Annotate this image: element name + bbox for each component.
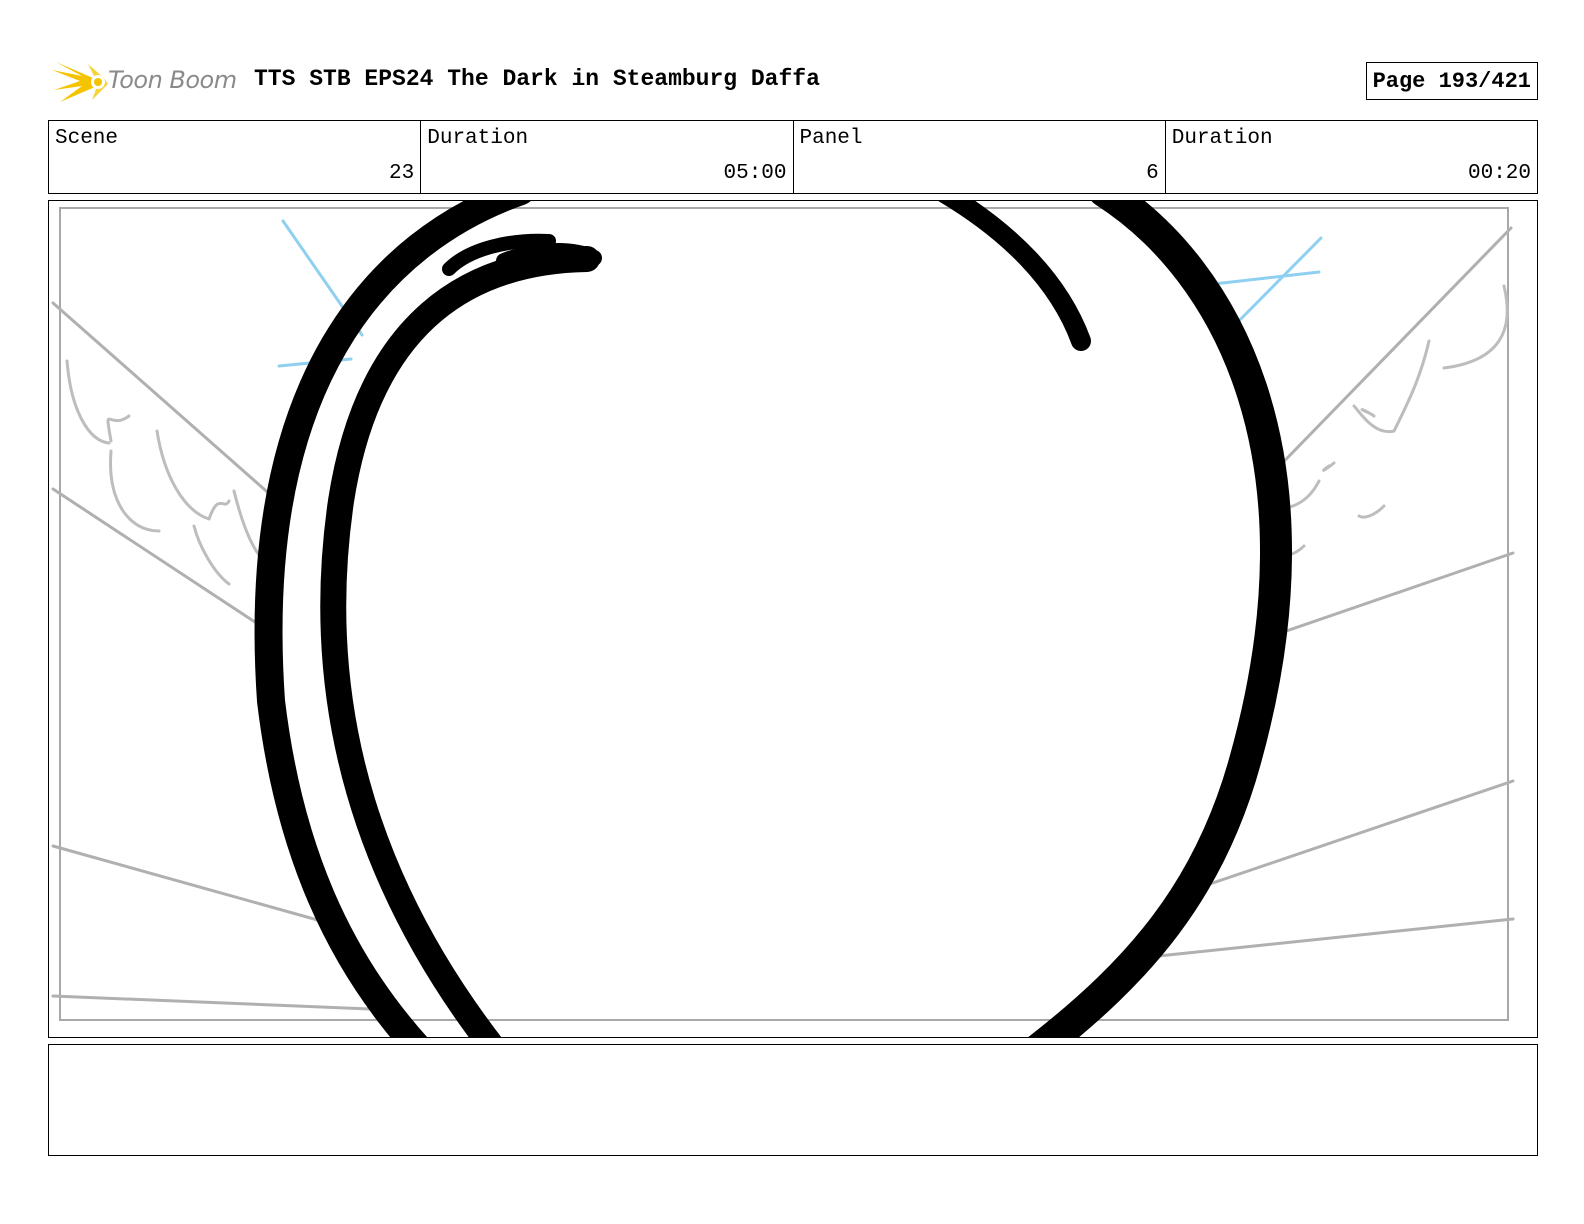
toon-boom-logo: Toon Boom — [52, 56, 242, 106]
starburst-icon — [52, 62, 108, 102]
panel-value: 6 — [1146, 162, 1159, 185]
scene-cell: Scene 23 — [49, 121, 422, 193]
page-number: Page 193/421 — [1372, 68, 1531, 94]
panel-duration-label: Duration — [1171, 127, 1273, 150]
page-indicator: Page 193/421 — [1365, 62, 1538, 100]
scene-duration-cell: Duration 05:00 — [421, 121, 794, 193]
scene-label: Scene — [55, 127, 119, 150]
page-header: Toon Boom TTS STB EPS24 The Dark in Stea… — [48, 52, 1538, 108]
notes-area — [48, 1044, 1538, 1156]
scene-duration-label: Duration — [427, 127, 529, 150]
panel-info-table: Scene 23 Duration 05:00 Panel 6 Duration… — [48, 120, 1538, 194]
panel-duration-value: 00:20 — [1467, 162, 1531, 185]
panel-drawing — [51, 201, 1515, 1037]
scene-duration-value: 05:00 — [723, 162, 787, 185]
document-title: TTS STB EPS24 The Dark in Steamburg Daff… — [254, 66, 820, 92]
panel-duration-cell: Duration 00:20 — [1166, 121, 1537, 193]
storyboard-panel — [48, 200, 1538, 1038]
panel-cell: Panel 6 — [794, 121, 1166, 193]
scene-value: 23 — [389, 162, 415, 185]
ink-strokes — [254, 201, 1292, 1037]
panel-label: Panel — [799, 127, 863, 150]
logo-wordmark: Toon Boom — [108, 66, 237, 94]
